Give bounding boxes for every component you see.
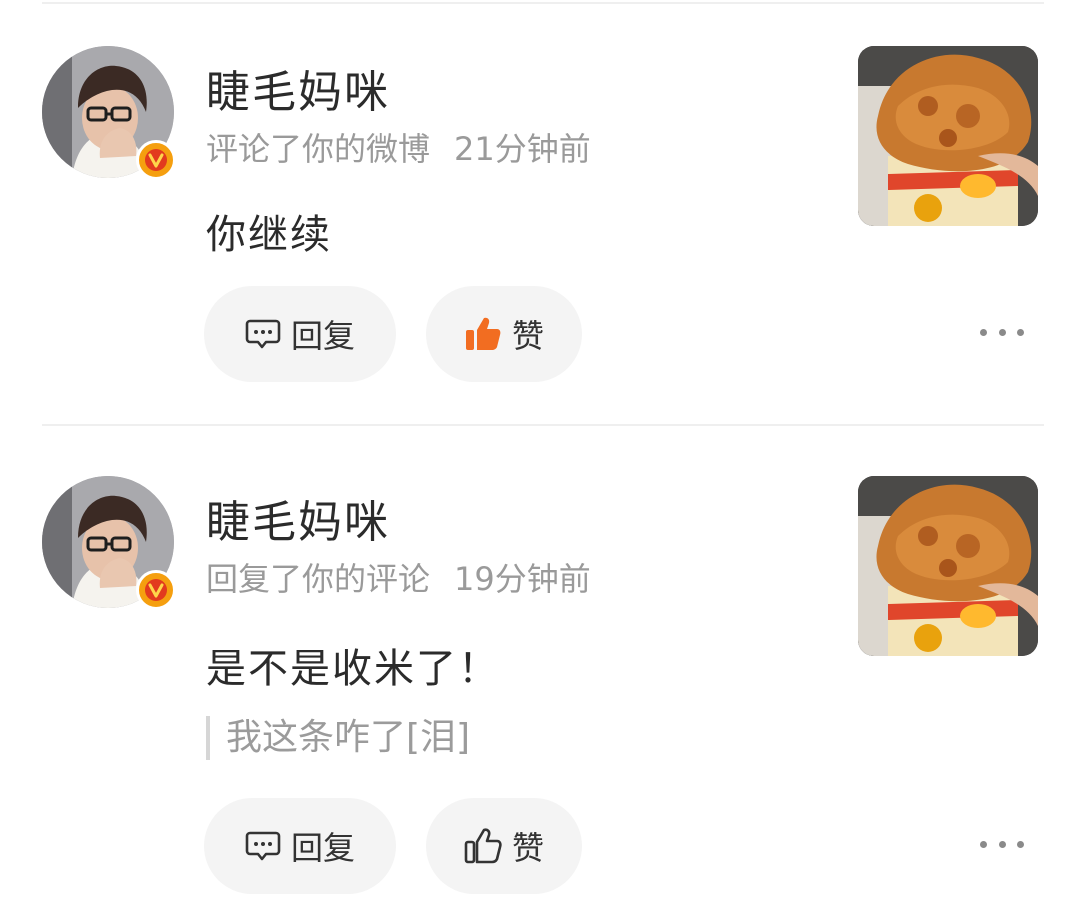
username[interactable]: 睫毛妈咪 bbox=[206, 56, 390, 120]
timestamp: 19分钟前 bbox=[454, 560, 591, 598]
notification-meta: 回复了你的评论 19分钟前 bbox=[206, 554, 591, 600]
fried-chicken-photo bbox=[858, 476, 1038, 656]
divider-top bbox=[42, 2, 1044, 4]
more-options-icon[interactable] bbox=[980, 322, 1024, 342]
action-text: 评论了你的微博 bbox=[206, 130, 431, 168]
thumbs-up-outline-icon bbox=[464, 828, 502, 864]
comment-content: 你继续 bbox=[206, 212, 332, 258]
fried-chicken-photo bbox=[858, 46, 1038, 226]
notification-meta: 评论了你的微博 21分钟前 bbox=[206, 124, 591, 170]
quoted-comment[interactable]: 我这条咋了[泪] bbox=[206, 716, 470, 760]
more-options-icon[interactable] bbox=[980, 834, 1024, 854]
verified-badge-icon bbox=[136, 570, 176, 610]
like-button[interactable]: 赞 bbox=[426, 286, 582, 382]
reply-button[interactable]: 回复 bbox=[204, 798, 396, 894]
like-button[interactable]: 赞 bbox=[426, 798, 582, 894]
reply-button-label: 回复 bbox=[290, 317, 355, 355]
username[interactable]: 睫毛妈咪 bbox=[206, 486, 390, 550]
like-button-label: 赞 bbox=[511, 317, 544, 355]
weibo-thumbnail-image[interactable] bbox=[858, 46, 1038, 226]
reply-button[interactable]: 回复 bbox=[204, 286, 396, 382]
timestamp: 21分钟前 bbox=[454, 130, 591, 168]
weibo-thumbnail-image[interactable] bbox=[858, 476, 1038, 656]
comment-content: 是不是收米了！ bbox=[206, 646, 500, 692]
verified-badge-icon bbox=[136, 140, 176, 180]
reply-button-label: 回复 bbox=[290, 829, 355, 867]
like-button-label: 赞 bbox=[511, 829, 544, 867]
comment-icon bbox=[245, 319, 281, 349]
action-text: 回复了你的评论 bbox=[206, 560, 431, 598]
comment-icon bbox=[245, 831, 281, 861]
divider-middle bbox=[42, 424, 1044, 426]
thumbs-up-filled-icon bbox=[465, 317, 501, 350]
